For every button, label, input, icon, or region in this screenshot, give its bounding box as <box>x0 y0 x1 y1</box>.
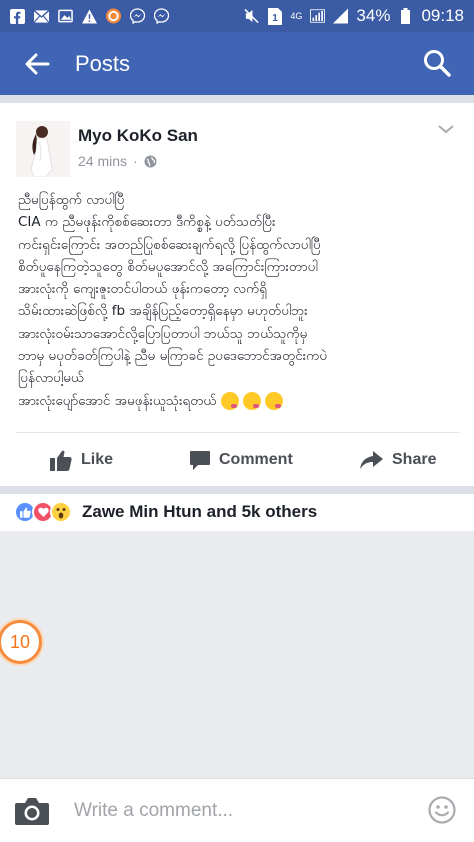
post-line: ဘာမှ မပုတ်ခတ်ကြပါနဲ့ ညီမ မကြာခင် ဥပဒေဘော… <box>18 348 328 365</box>
share-label: Share <box>392 451 437 468</box>
messenger-icon <box>130 8 145 24</box>
battery-percent: 34% <box>356 6 391 25</box>
post-line: ပြန်လာပါ့မယ် <box>18 370 85 387</box>
section-divider <box>0 95 474 103</box>
comment-bubble-icon <box>190 450 210 470</box>
app-bar: Posts <box>0 32 474 95</box>
search-button[interactable] <box>420 46 454 80</box>
photo-icon <box>58 9 73 24</box>
back-button[interactable] <box>8 32 66 95</box>
comment-input[interactable] <box>74 799 404 822</box>
page-title: Posts <box>75 50 131 76</box>
post-options-button[interactable] <box>436 120 456 138</box>
signal-one-icon <box>310 9 326 24</box>
comment-label: Comment <box>219 451 293 468</box>
globe-icon <box>144 155 157 167</box>
notification-badge[interactable]: 10 <box>0 620 42 664</box>
post-line: စိတ်ပူနေကြတဲ့သူတွေ စိတ်မပူအောင်လို့ အကြေ… <box>18 258 318 275</box>
mail-icon <box>34 9 49 24</box>
comment-composer <box>0 779 474 842</box>
clock: 09:18 <box>421 6 464 25</box>
camera-icon <box>15 797 49 825</box>
facebook-icon <box>10 8 25 24</box>
post-text: ညီမပြန်ထွက် လာပါပြီ CIA က ညီမဖုန်းကိုစစ်… <box>18 189 464 412</box>
app-icon <box>106 8 121 24</box>
post-line: သိမ်းထားဆဲဖြစ်လို့ fb အချိန်ပြည့်တော့ရှိ… <box>18 303 308 320</box>
messenger-icon <box>154 8 169 24</box>
post-line: ကင်းရှင်းကြောင်း အတည်ပြုစစ်ဆေးချက်ရလို့ … <box>18 236 321 253</box>
like-button[interactable]: Like <box>50 437 113 483</box>
post-last-line: အားလုံးပျော်အောင် အမဖုန်းယူသုံးရတယ် <box>18 390 464 412</box>
chevron-down-icon <box>438 125 454 134</box>
comment-button[interactable]: Comment <box>190 437 293 483</box>
section-divider <box>0 486 474 494</box>
post-actions: Like Comment Share <box>0 437 474 483</box>
svg-text:1: 1 <box>272 13 278 24</box>
thumbs-up-icon <box>50 450 72 471</box>
emoji-button[interactable] <box>428 796 456 824</box>
post-meta: 24 mins · <box>78 153 157 169</box>
post-line: အားလုံးဝမ်းသာအောင်လို့ပြောပြတာပါ ဘယ်သူ ဘ… <box>18 325 308 342</box>
divider <box>16 432 460 433</box>
notification-icons <box>10 8 169 24</box>
wow-reaction-icon <box>50 501 72 523</box>
sim-one-icon: 1 <box>267 7 282 25</box>
post-line: အားလုံးပျော်အောင် အမဖုန်းယူသုံးရတယ် <box>18 392 217 409</box>
camera-button[interactable] <box>14 796 50 826</box>
warning-icon <box>82 8 97 24</box>
post-line: အားလုံးကို ကျေးဇူးတင်ပါတယ် ဖုန်းကတော့ လက… <box>18 281 267 298</box>
mute-icon <box>244 8 259 24</box>
share-button[interactable]: Share <box>360 437 436 483</box>
comments-area <box>0 531 474 779</box>
post-author[interactable]: Myo KoKo San <box>78 126 198 146</box>
back-arrow-icon <box>25 53 50 74</box>
network-type: 4G <box>290 11 303 21</box>
system-icons: 1 4G 34% 09:18 <box>244 6 464 26</box>
kiss-emoji-icon <box>242 391 261 410</box>
status-bar: 1 4G 34% 09:18 <box>0 0 474 32</box>
badge-count: 10 <box>9 631 31 652</box>
like-label: Like <box>81 451 114 468</box>
reactions-summary[interactable]: Zawe Min Htun and 5k others <box>14 498 317 526</box>
kiss-emoji-icon <box>220 391 239 410</box>
post-line: CIA က ညီမဖုန်းကိုစစ်ဆေးတာ ဒီကိစ္စနဲ့ ပတ်… <box>18 214 276 231</box>
share-arrow-icon <box>360 451 383 469</box>
reactions-text[interactable]: Zawe Min Htun and 5k others <box>82 502 317 522</box>
smiley-icon <box>428 796 456 824</box>
post-line: ညီမပြန်ထွက် လာပါပြီ <box>18 192 125 208</box>
search-icon <box>424 50 451 77</box>
battery-icon <box>398 8 413 24</box>
signal-two-icon <box>333 8 349 24</box>
kiss-emoji-icon <box>264 391 283 410</box>
post-time[interactable]: 24 mins <box>78 153 127 169</box>
profile-photo-icon <box>16 121 70 177</box>
avatar[interactable] <box>16 121 70 177</box>
meta-separator: · <box>133 153 138 169</box>
